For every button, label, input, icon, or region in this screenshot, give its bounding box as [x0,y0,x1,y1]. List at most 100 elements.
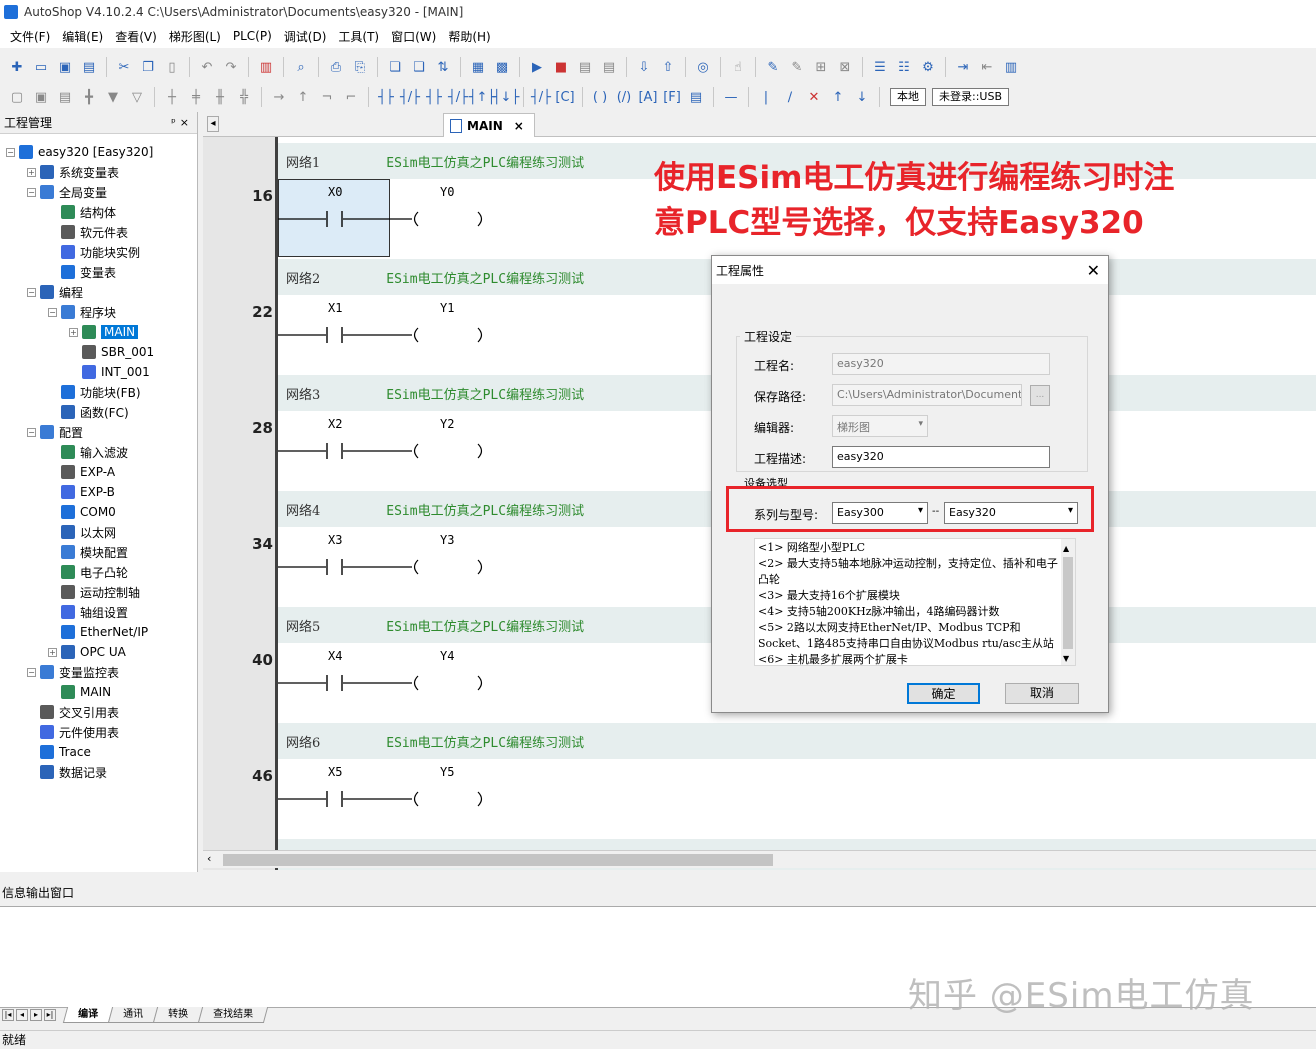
move-down-icon[interactable]: ↓ [851,86,873,108]
branch-up-icon[interactable]: ▽ [126,86,148,108]
insert-row-icon[interactable]: ☰ [869,56,891,78]
collapse-icon[interactable]: − [27,187,36,197]
local-button[interactable]: 本地 [890,88,926,106]
hline-icon[interactable]: → [268,86,290,108]
tab-close-icon[interactable]: × [514,119,524,133]
menu-edit[interactable]: 编辑(E) [56,28,109,45]
touch-icon[interactable]: ☝ [727,56,749,78]
sfc-icon[interactable]: ▣ [30,86,52,108]
menu-ladder[interactable]: 梯形图(L) [163,28,227,45]
tree-item[interactable]: INT_001 [69,362,150,382]
tree-item[interactable]: − 配置 [27,422,83,442]
cancel-button[interactable]: 取消 [1005,683,1079,704]
print-preview-icon[interactable]: ⎙ [325,56,347,78]
coil-icon[interactable]: ( ) [589,86,611,108]
function-block-icon[interactable]: [C] [554,86,576,108]
open-folder-icon[interactable]: ▭ [30,56,52,78]
tree-item[interactable]: + 系统变量表 [27,162,119,182]
compile-all-icon[interactable]: ▩ [491,56,513,78]
download-icon[interactable]: ⇩ [633,56,655,78]
nc-contact-icon[interactable]: ┤/├ [399,86,421,108]
run-icon[interactable]: ▶ [526,56,548,78]
invert-icon[interactable]: ┤/├ [530,86,552,108]
hline2-icon[interactable]: ¬ [316,86,338,108]
tree-item[interactable]: MAIN [48,682,111,702]
branch-down-icon[interactable]: ▼ [102,86,124,108]
next-tab-icon[interactable]: ▸ [30,1009,42,1021]
ladder-rung[interactable]: X4 Y4 [278,643,618,723]
vline-icon[interactable]: ↑ [292,86,314,108]
print-icon[interactable]: ⎘ [349,56,371,78]
tree-item[interactable]: 数据记录 [27,762,107,782]
pin-icon[interactable]: ᵖ [171,116,180,129]
tree-item[interactable]: − 程序块 [48,302,116,322]
monitor-icon[interactable]: ⇅ [432,56,454,78]
tab-main[interactable]: MAIN × [443,113,535,137]
tree-item[interactable]: 模块配置 [48,542,128,562]
tree-item[interactable]: 元件使用表 [27,722,119,742]
function-icon[interactable]: [F] [661,86,683,108]
parallel-contact-icon[interactable]: ┤├ [423,86,445,108]
menu-plc[interactable]: PLC(P) [227,29,278,43]
tree-item[interactable]: 输入滤波 [48,442,128,462]
panel-icon[interactable]: ▥ [1000,56,1022,78]
network-block[interactable]: 网络6 ESim电工仿真之PLC编程练习测试 X5 Y5 [278,723,1316,839]
tree-item[interactable]: EXP-A [48,462,115,482]
grid2-icon[interactable]: ⊠ [834,56,856,78]
collapse-icon[interactable]: − [6,147,15,157]
first-tab-icon[interactable]: |◂ [2,1009,14,1021]
ladder-rung[interactable]: X1 Y1 [278,295,618,375]
scroll-up-icon[interactable]: ▲ [1063,541,1069,557]
editor-horizontal-scrollbar[interactable]: ‹ [203,850,1316,868]
ok-button[interactable]: 确定 [907,683,980,704]
tree-item[interactable]: 功能块实例 [48,242,140,262]
app-instruction-icon[interactable]: [A] [637,86,659,108]
compile-icon[interactable]: ▦ [467,56,489,78]
description-scrollbar[interactable]: ▲ ▼ [1061,539,1075,665]
stop-icon[interactable]: ■ [550,56,572,78]
negated-coil-icon[interactable]: (/) [613,86,635,108]
menu-file[interactable]: 文件(F) [4,28,56,45]
expand-icon[interactable]: + [48,647,57,657]
tab-compile[interactable]: 编译 [62,1007,114,1023]
tree-item[interactable]: − 变量监控表 [27,662,119,682]
tree-item[interactable]: 交叉引用表 [27,702,119,722]
tree-item[interactable]: COM0 [48,502,116,522]
collapse-icon[interactable]: − [27,287,36,297]
expand-icon[interactable]: + [69,327,78,337]
close-icon[interactable]: × [180,116,193,129]
tree-item[interactable]: 函数(FC) [48,402,129,422]
parallel-nc-icon[interactable]: ┤/├ [447,86,469,108]
monitor-edit-icon[interactable]: ✎ [762,56,784,78]
lad-icon[interactable]: ▢ [6,86,28,108]
horizontal-line-icon[interactable]: — [720,86,742,108]
tree-item[interactable]: − 全局变量 [27,182,107,202]
hline3-icon[interactable]: ⌐ [340,86,362,108]
tree-item[interactable]: − easy320 [Easy320] [6,142,153,162]
window-cascade-icon[interactable]: ❏ [384,56,406,78]
undo-icon[interactable]: ↶ [196,56,218,78]
project-desc-field[interactable]: easy320 [832,446,1050,468]
menu-view[interactable]: 查看(V) [109,28,163,45]
delete-row-icon[interactable]: ☷ [893,56,915,78]
vertical-bar-icon[interactable]: | [755,86,777,108]
move-up-icon[interactable]: ↑ [827,86,849,108]
new-file-icon[interactable]: ✚ [6,56,28,78]
write-icon[interactable]: ✎ [786,56,808,78]
tree-item[interactable]: 以太网 [48,522,116,542]
tree-item[interactable]: 电子凸轮 [48,562,128,582]
tab-find-results[interactable]: 查找结果 [197,1007,269,1023]
login-icon[interactable]: ⇥ [952,56,974,78]
cut-icon[interactable]: ✂ [113,56,135,78]
tab-convert[interactable]: 转换 [152,1007,204,1023]
tree-item[interactable]: Trace [27,742,91,762]
delete-icon[interactable]: ▥ [255,56,277,78]
save-icon[interactable]: ▣ [54,56,76,78]
search-icon[interactable]: ⌕ [290,56,312,78]
login-status-button[interactable]: 未登录::USB [932,88,1009,106]
test-icon[interactable]: ⚙ [917,56,939,78]
rising-edge-icon[interactable]: ┤↑├ [469,86,496,108]
save-all-icon[interactable]: ▤ [78,56,100,78]
vertical-line4-icon[interactable]: ╬ [233,86,255,108]
tree-item[interactable]: 轴组设置 [48,602,128,622]
